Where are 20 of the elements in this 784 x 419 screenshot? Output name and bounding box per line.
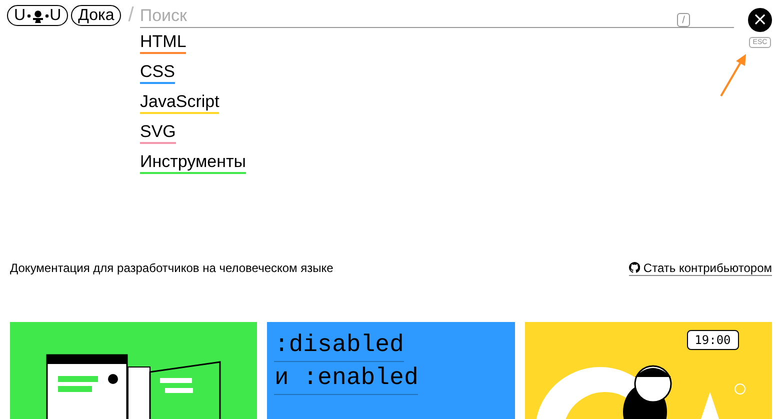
article-card[interactable]: 19:00 [524, 322, 772, 419]
menu-link[interactable]: SVG [140, 122, 176, 144]
dog-face-icon [26, 8, 50, 22]
card-title: :disabled [274, 330, 404, 362]
card-title: и :enabled [274, 363, 418, 395]
arrow [718, 52, 748, 98]
menu-link[interactable]: JavaScript [140, 92, 220, 114]
close-button[interactable]: × [748, 8, 772, 32]
contribute-link[interactable]: Стать контрибьютором [629, 260, 772, 276]
menu-link[interactable]: Инструменты [140, 152, 246, 174]
section-link[interactable]: Дока [71, 5, 122, 26]
tagline: Документация для разработчиков на человеческом языке [10, 261, 334, 275]
github-icon [629, 262, 640, 273]
clock-time: 19:00 [686, 330, 739, 350]
article-card[interactable]: :disabled и :enabled [267, 322, 515, 419]
breadcrumb-slash: / [128, 5, 134, 26]
shortcut-key: / [677, 13, 690, 27]
menu-link[interactable]: CSS [140, 62, 175, 84]
menu-link[interactable]: HTML [140, 32, 186, 54]
logo[interactable]: U U [7, 5, 68, 26]
